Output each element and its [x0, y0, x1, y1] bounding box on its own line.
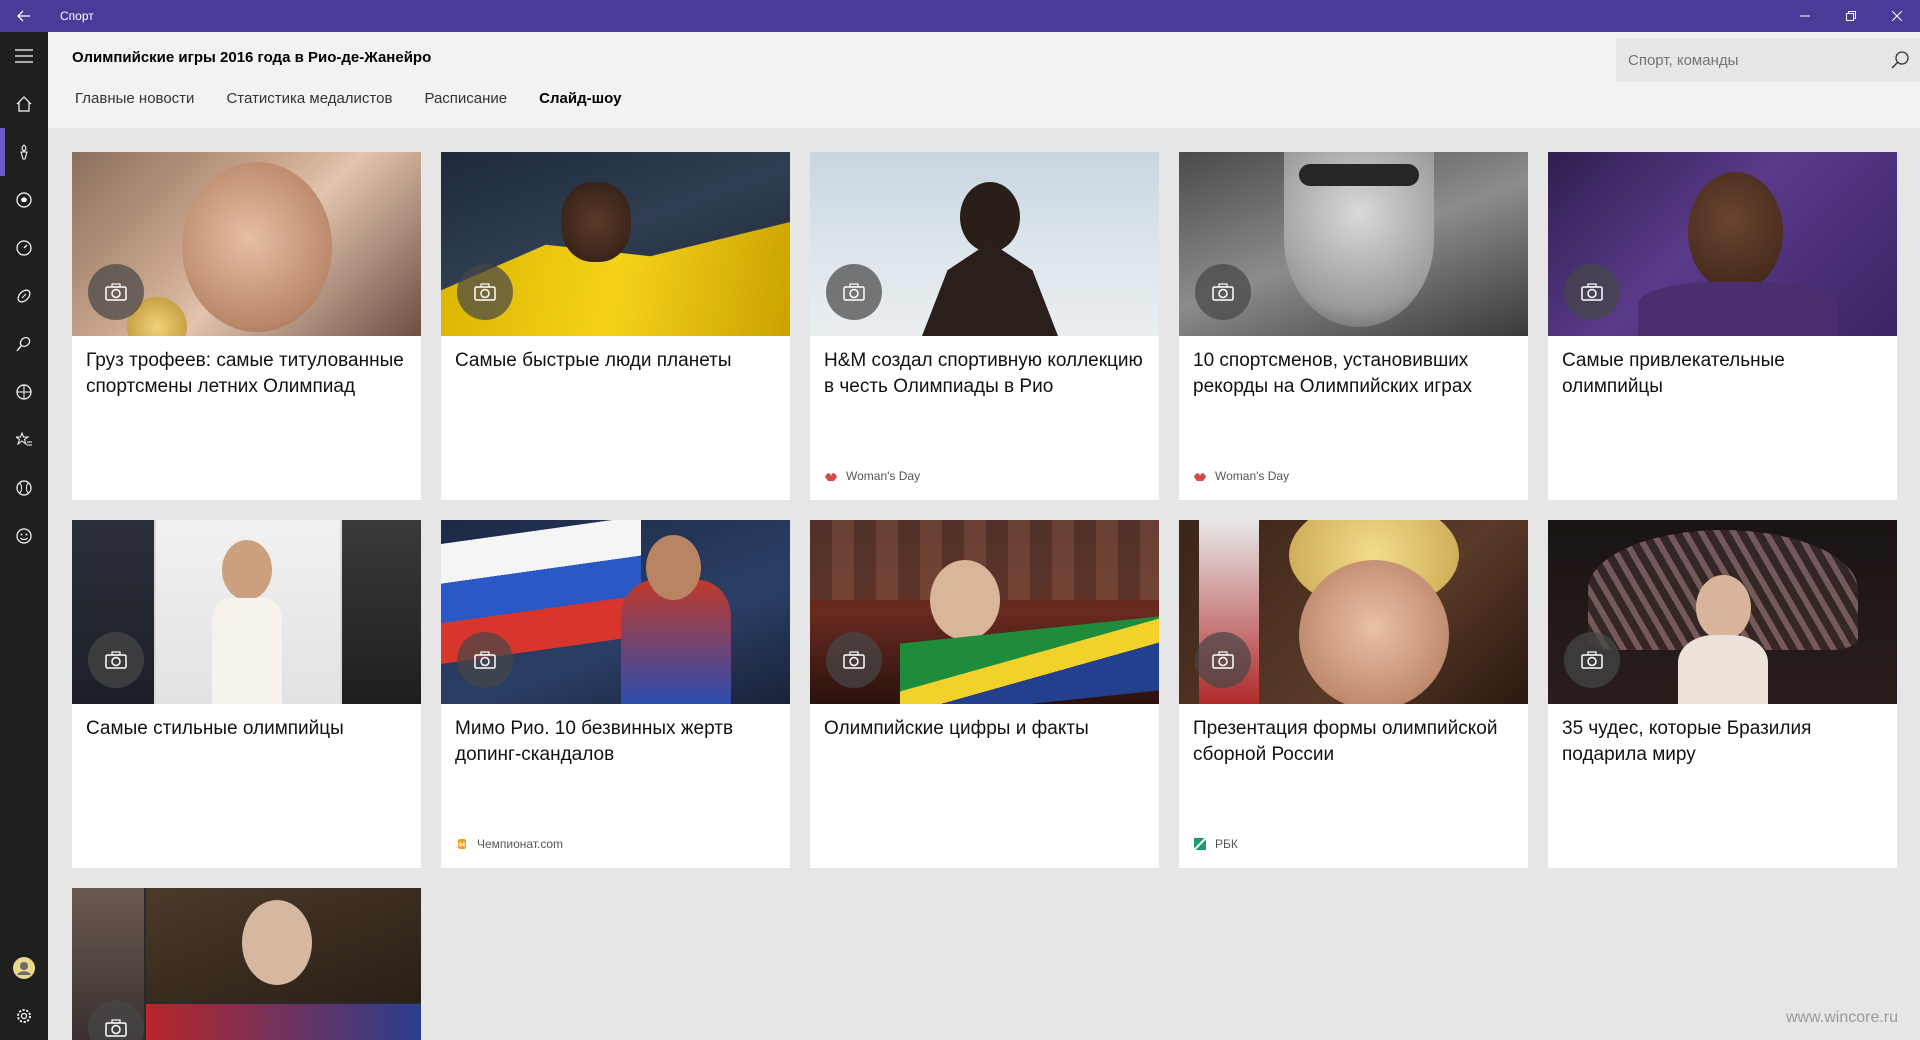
- nav-american-football[interactable]: [0, 272, 48, 320]
- account-avatar-icon: [13, 957, 35, 979]
- slideshow-card[interactable]: [72, 888, 421, 1040]
- search-input[interactable]: [1616, 38, 1876, 82]
- home-icon: [16, 96, 32, 112]
- card-title: Самые быстрые люди планеты: [455, 350, 732, 371]
- tab-schedule[interactable]: Расписание: [424, 90, 507, 107]
- back-button[interactable]: [0, 0, 48, 32]
- slideshow-card[interactable]: 10 спортсменов, установивших рекорды на …: [1179, 152, 1528, 500]
- nav-olympics[interactable]: [0, 128, 48, 176]
- camera-icon: [457, 264, 513, 320]
- card-title: 35 чудес, которые Бразилия подарила миру: [1562, 718, 1812, 765]
- card-title: H&M создал спортивную коллекцию в честь …: [824, 350, 1143, 397]
- soccer-ball-icon: [16, 192, 32, 208]
- tab-slideshow[interactable]: Слайд-шоу: [539, 90, 621, 107]
- close-icon: [1892, 11, 1902, 21]
- search-box: [1616, 38, 1920, 82]
- close-button[interactable]: [1874, 0, 1920, 32]
- nav-favorites[interactable]: [0, 416, 48, 464]
- camera-icon: [1195, 264, 1251, 320]
- nav-home[interactable]: [0, 80, 48, 128]
- search-icon: [1891, 51, 1909, 69]
- slideshow-card[interactable]: 35 чудес, которые Бразилия подарила миру: [1548, 520, 1897, 868]
- card-title: Самые стильные олимпийцы: [86, 718, 344, 739]
- nav-baseball[interactable]: [0, 464, 48, 512]
- camera-icon: [826, 264, 882, 320]
- tab-top-news[interactable]: Главные новости: [75, 90, 194, 107]
- page-title: Олимпийские игры 2016 года в Рио-де-Жане…: [72, 49, 432, 66]
- camera-icon: [88, 632, 144, 688]
- slideshow-card[interactable]: Груз трофеев: самые титулованные спортсм…: [72, 152, 421, 500]
- rbk-logo-icon: [1193, 837, 1207, 851]
- card-source: Woman's Day: [824, 468, 920, 484]
- card-title: Самые привлекательные олимпийцы: [1562, 350, 1785, 397]
- card-source-name: РБК: [1215, 837, 1238, 851]
- nav-basketball[interactable]: [0, 368, 48, 416]
- american-football-icon: [17, 289, 31, 303]
- card-title: Груз трофеев: самые титулованные спортсм…: [86, 350, 404, 397]
- restore-button[interactable]: [1828, 0, 1874, 32]
- camera-icon: [1195, 632, 1251, 688]
- search-button[interactable]: [1880, 38, 1920, 82]
- slideshow-card[interactable]: Самые быстрые люди планеты: [441, 152, 790, 500]
- card-source: Woman's Day: [1193, 468, 1289, 484]
- slideshow-card[interactable]: Презентация формы олимпийской сборной Ро…: [1179, 520, 1528, 868]
- card-title: Презентация формы олимпийской сборной Ро…: [1193, 718, 1498, 765]
- tab-medal-stats[interactable]: Статистика медалистов: [226, 90, 392, 107]
- tab-strip: Главные новости Статистика медалистов Ра…: [75, 90, 621, 107]
- camera-icon: [1564, 264, 1620, 320]
- card-title: Олимпийские цифры и факты: [824, 718, 1089, 739]
- camera-icon: [1564, 632, 1620, 688]
- camera-icon: [826, 632, 882, 688]
- slideshow-card[interactable]: Самые стильные олимпийцы: [72, 520, 421, 868]
- hamburger-menu-button[interactable]: [0, 32, 48, 80]
- settings-gear-icon: [17, 1009, 31, 1023]
- nav-soccer[interactable]: [0, 176, 48, 224]
- navigation-rail: [0, 32, 48, 1040]
- card-source-name: Чемпионат.com: [477, 837, 564, 851]
- app-title: Спорт: [60, 9, 94, 23]
- card-source: Чемпионат.com: [455, 836, 563, 852]
- slideshow-card[interactable]: H&M создал спортивную коллекцию в честь …: [810, 152, 1159, 500]
- minimize-button[interactable]: [1782, 0, 1828, 32]
- nav-fun[interactable]: [0, 512, 48, 560]
- stopwatch-icon: [16, 240, 32, 256]
- nav-timing[interactable]: [0, 224, 48, 272]
- slideshow-card[interactable]: Мимо Рио. 10 безвинных жертв допинг-скан…: [441, 520, 790, 868]
- restore-icon: [1846, 11, 1856, 21]
- card-source-name: Woman's Day: [846, 469, 921, 483]
- settings-button[interactable]: [0, 992, 48, 1040]
- page-header: Олимпийские игры 2016 года в Рио-де-Жане…: [48, 32, 1920, 128]
- account-button[interactable]: [0, 944, 48, 992]
- slideshow-card[interactable]: Самые привлекательные олимпийцы: [1548, 152, 1897, 500]
- back-arrow-icon: [17, 10, 30, 22]
- basketball-icon: [16, 384, 32, 400]
- tennis-icon: [16, 336, 31, 352]
- championat-logo-icon: [458, 839, 466, 849]
- card-title: Мимо Рио. 10 безвинных жертв допинг-скан…: [455, 718, 734, 765]
- emoji-icon: [16, 528, 32, 544]
- torch-icon: [20, 144, 28, 160]
- title-bar: Спорт: [0, 0, 1920, 32]
- camera-icon: [457, 632, 513, 688]
- nav-tennis[interactable]: [0, 320, 48, 368]
- watermark: www.wincore.ru: [1786, 1009, 1899, 1026]
- slideshow-card[interactable]: Олимпийские цифры и факты: [810, 520, 1159, 868]
- camera-icon: [88, 264, 144, 320]
- card-source-name: Woman's Day: [1215, 469, 1290, 483]
- card-title: 10 спортсменов, установивших рекорды на …: [1193, 350, 1472, 397]
- hamburger-menu-icon: [15, 49, 33, 63]
- card-source: РБК: [1193, 836, 1238, 852]
- favorites-star-icon: [16, 432, 32, 446]
- minimize-icon: [1800, 15, 1810, 17]
- womans-day-logo-icon: [825, 473, 837, 481]
- womans-day-logo-icon: [1194, 473, 1206, 481]
- baseball-icon: [16, 480, 32, 496]
